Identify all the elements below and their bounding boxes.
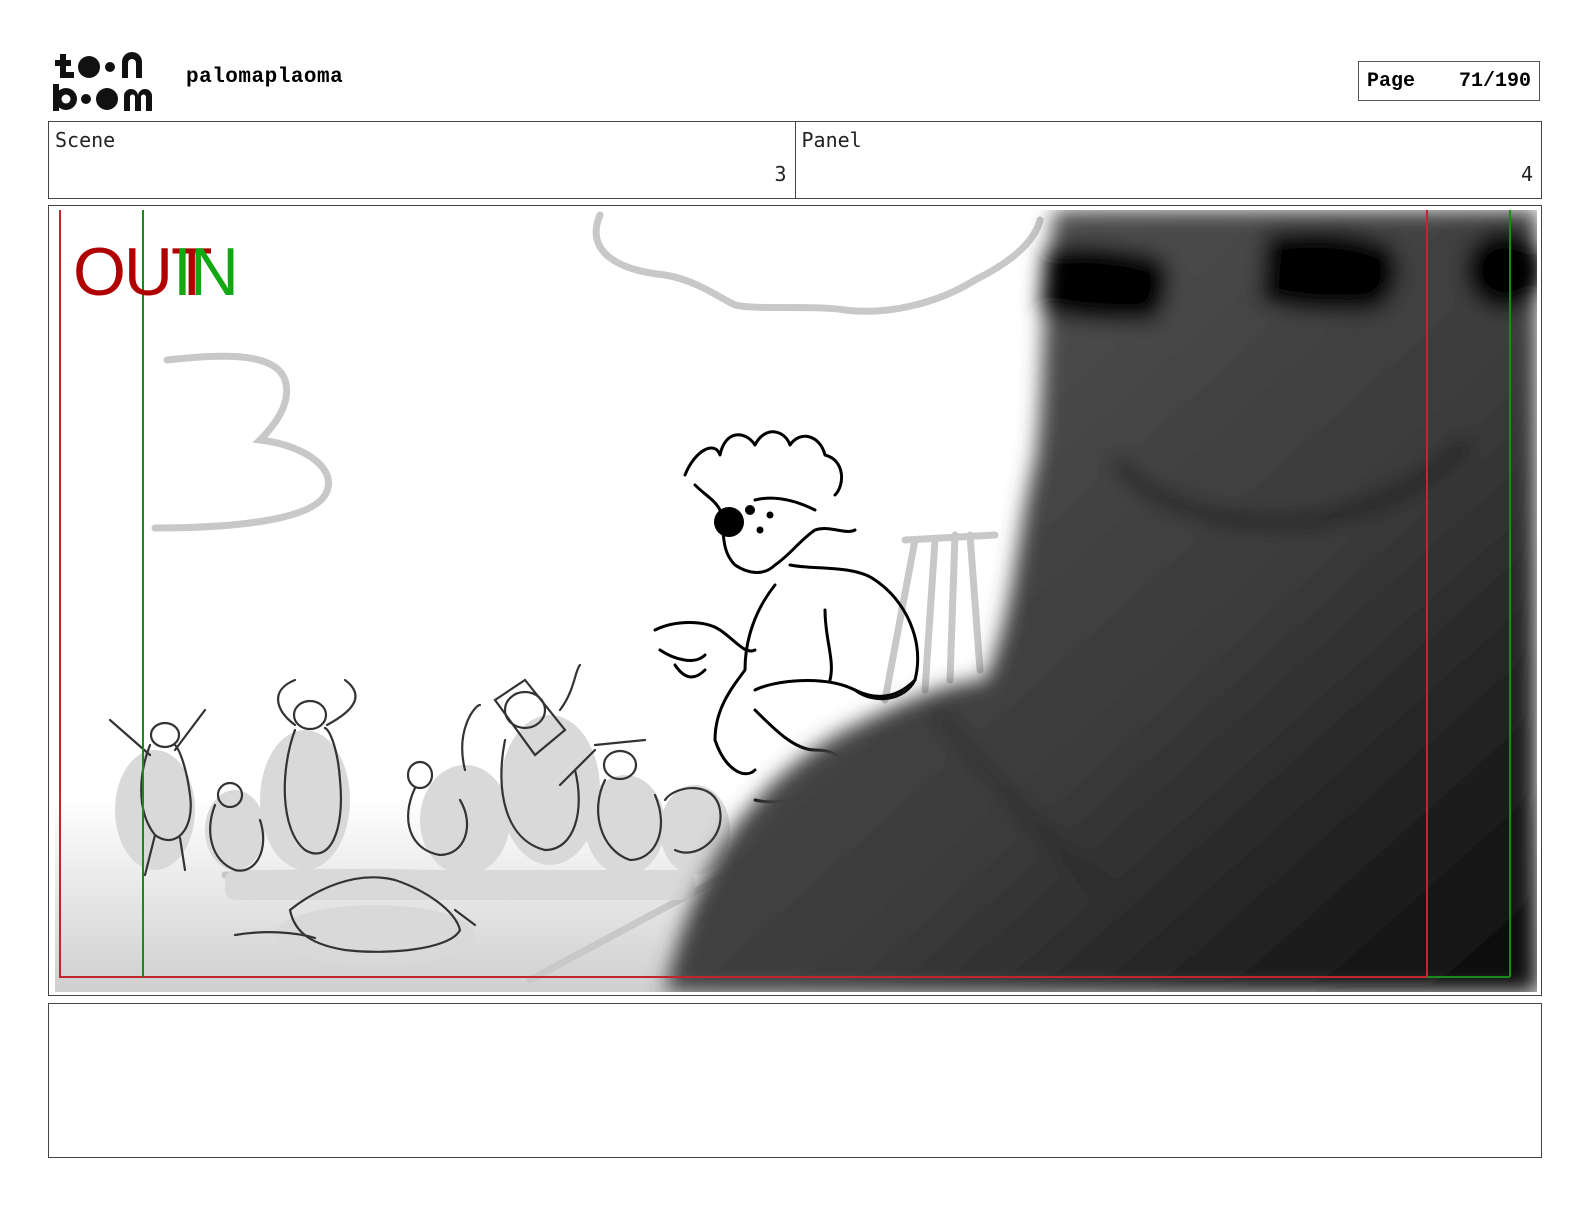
panel-label: Panel xyxy=(801,128,862,152)
storyboard-panel-image: OUT IN xyxy=(55,210,1537,992)
scene-label: Scene xyxy=(55,128,116,152)
scene-panel-info: Scene 3 Panel 4 xyxy=(48,121,1542,199)
toon-boom-logo xyxy=(53,52,152,111)
panel-cell: Panel 4 xyxy=(794,122,1542,198)
storyboard-drawing xyxy=(55,210,1537,992)
scene-cell: Scene 3 xyxy=(49,122,795,198)
scene-value: 3 xyxy=(774,162,787,186)
page-label: Page xyxy=(1367,69,1416,93)
page-indicator: Page 71/190 xyxy=(1358,61,1540,101)
panel-notes xyxy=(48,1003,1542,1158)
camera-in-label: IN xyxy=(173,238,239,306)
project-name: palomaplaoma xyxy=(186,66,344,89)
camera-in-text: IN xyxy=(173,234,239,310)
page-number: 71/190 xyxy=(1458,69,1531,93)
panel-value: 4 xyxy=(1520,162,1533,186)
